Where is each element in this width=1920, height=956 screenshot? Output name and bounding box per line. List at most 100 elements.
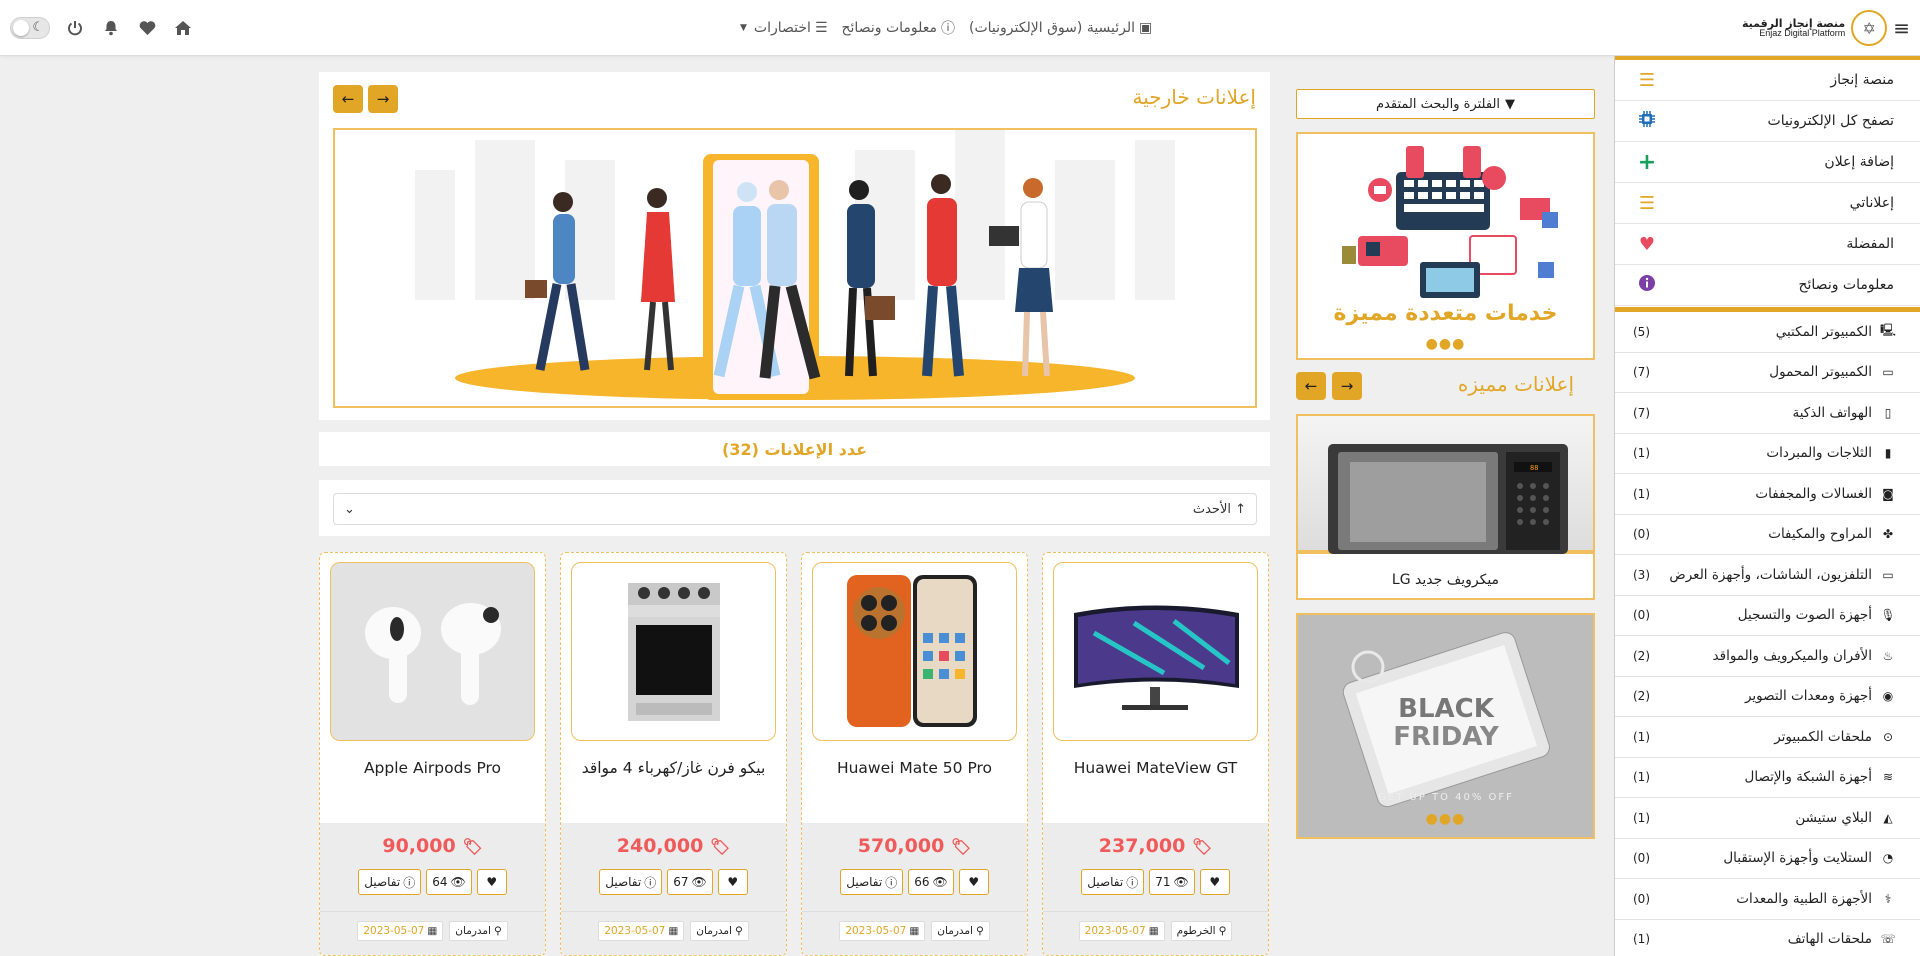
microphone-icon: 🎙 [1880, 608, 1896, 623]
dark-mode-toggle[interactable]: ☾ [10, 17, 50, 39]
bell-icon[interactable] [100, 17, 122, 39]
top-nav: ▣ الرئيسية (سوق الإلكترونيات) ⓘ معلومات … [740, 17, 1152, 39]
location-pin-icon: ⚲ [734, 925, 743, 937]
external-ad-banner[interactable] [333, 128, 1257, 408]
eye-icon: 👁 [450, 875, 466, 889]
external-next-button[interactable]: → [368, 85, 398, 113]
product-image [812, 562, 1017, 741]
menu-lines-icon[interactable]: ☰ [1635, 70, 1659, 91]
details-button[interactable]: تفاصيل ⓘ [358, 869, 422, 895]
product-card[interactable]: Huawei Mate 50 Pro 570,000 🏷 تفاصيل ⓘ 66 👁… [801, 552, 1028, 956]
stove-icon: ♨ [1882, 648, 1894, 663]
product-name[interactable]: Huawei MateView GT [1043, 759, 1268, 777]
favorite-button[interactable]: ♥ [1199, 869, 1230, 895]
chevron-down-icon: ⌄ [344, 501, 355, 517]
details-button[interactable]: تفاصيل ⓘ [840, 869, 904, 895]
location-pin-icon: ⚲ [975, 925, 984, 937]
black-friday-banner[interactable]: BLACK FRIDAY GET UP TO 40% OFF ●●● [1296, 613, 1595, 839]
divider [320, 911, 545, 912]
calendar-icon: ▦ [1148, 925, 1159, 937]
category-item[interactable]: ◉ أجهزة ومعدات التصوير (2) [1615, 677, 1920, 717]
featured-ad-card[interactable]: 88 ميكرويف جديد LG [1296, 414, 1595, 600]
featured-next-button[interactable]: → [1332, 372, 1362, 400]
tags-icon: 🏷 [709, 837, 731, 856]
product-card[interactable]: Apple Airpods Pro 90,000 🏷 تفاصيل ⓘ 64 👁 ♥… [319, 552, 546, 956]
info-icon: ⓘ [644, 875, 657, 890]
category-item[interactable]: 🎙 أجهزة الصوت والتسجيل (0) [1615, 596, 1920, 636]
category-item[interactable]: ☏ ملحقات الهاتف (1) [1615, 920, 1920, 956]
sidebar-item-my-ads[interactable]: إعلاناتي ☰ [1615, 183, 1920, 224]
satellite-icon: ◔ [1882, 851, 1894, 866]
sidebar-item-favorites[interactable]: المفضلة ♥ [1615, 224, 1920, 265]
product-card[interactable]: بيكو فرن غاز/كهرباء 4 مواقد 240,000 🏷 تف… [560, 552, 787, 956]
product-card[interactable]: Huawei MateView GT 237,000 🏷 تفاصيل ⓘ 71 👁… [1042, 552, 1269, 956]
medical-icon: ⚕ [1884, 891, 1892, 906]
camera-icon: ◉ [1882, 689, 1894, 704]
calendar-icon: ▦ [427, 925, 438, 937]
black-friday-illustration: BLACK FRIDAY GET UP TO 40% OFF [1298, 615, 1593, 837]
stove-illustration [628, 583, 720, 721]
nav-shortcuts[interactable]: ☰ اختصارات ▼ [740, 20, 828, 36]
sidebar-item-info[interactable]: معلومات ونصائح [1615, 265, 1920, 306]
featured-prev-button[interactable]: ← [1296, 372, 1326, 400]
favorite-button[interactable]: ♥ [717, 869, 748, 895]
divider [802, 911, 1027, 912]
category-item[interactable]: ✤ المراوح والمكيفات (0) [1615, 515, 1920, 555]
external-prev-button[interactable]: ← [333, 85, 363, 113]
post-date: 2023-05-07 ▦ [357, 921, 444, 941]
category-item[interactable]: ▭ الكمبيوتر المحمول (7) [1615, 353, 1920, 393]
category-item[interactable]: ⚕ الأجهزة الطبية والمعدات (0) [1615, 879, 1920, 920]
favorite-button[interactable]: ♥ [958, 869, 989, 895]
sidebar-item-add-ad[interactable]: إضافة إعلان + [1615, 142, 1920, 183]
carousel-dots[interactable]: ●●● [1298, 811, 1593, 827]
nav-home[interactable]: ▣ الرئيسية (سوق الإلكترونيات) [969, 20, 1152, 36]
category-item[interactable]: ≋ أجهزة الشبكة والإتصال (1) [1615, 758, 1920, 798]
details-button[interactable]: تفاصيل ⓘ [1081, 869, 1145, 895]
heart-icon: ♥ [968, 875, 980, 889]
platform-logo[interactable]: ≡ ✡ منصة إنجاز الرقمية Enjaz Digital Pla… [1742, 9, 1910, 47]
category-item[interactable]: 🖳 الكمبيوتر المكتبي (5) [1615, 312, 1920, 353]
post-date: 2023-05-07 ▦ [1078, 921, 1165, 941]
product-name[interactable]: Apple Airpods Pro [320, 759, 545, 777]
product-actions: تفاصيل ⓘ 67 👁 ♥ [561, 869, 786, 895]
carousel-dots[interactable]: ●●● [1298, 336, 1593, 352]
hamburger-icon[interactable]: ≡ [1893, 16, 1910, 40]
business-people-illustration [415, 130, 1175, 400]
nav-info[interactable]: ⓘ معلومات ونصائح [842, 18, 956, 38]
home-icon[interactable] [172, 17, 194, 39]
top-bar: ☾ ▣ الرئيسية (سوق الإلكترونيات) ⓘ معلوما… [0, 0, 1920, 56]
services-promo[interactable]: خدمات متعددة مميزة ●●● [1296, 132, 1595, 360]
category-item[interactable]: ▮ الثلاجات والمبردات (1) [1615, 434, 1920, 474]
power-icon[interactable] [64, 17, 86, 39]
category-item[interactable]: ▭ التلفزيون، الشاشات، وأجهزة العرض (3) [1615, 555, 1920, 596]
heart-icon[interactable] [136, 17, 158, 39]
category-item[interactable]: ◔ الستلايت وأجهزة الإستقبال (0) [1615, 839, 1920, 879]
divider [561, 911, 786, 912]
product-actions: تفاصيل ⓘ 66 👁 ♥ [802, 869, 1027, 895]
logo-text: منصة إنجاز الرقمية Enjaz Digital Platfor… [1741, 16, 1846, 39]
product-image [330, 562, 535, 741]
svg-text:GET UP TO 40% OFF: GET UP TO 40% OFF [1378, 792, 1514, 803]
calendar-icon: ▦ [909, 925, 920, 937]
info-icon [1635, 274, 1659, 297]
sort-select[interactable]: ↑ الأحدث ⌄ [333, 493, 1257, 525]
mouse-icon: ⊙ [1882, 729, 1894, 744]
category-item[interactable]: ♨ الأفران والميكرويف والمواقد (2) [1615, 636, 1920, 677]
favorite-button[interactable]: ♥ [476, 869, 507, 895]
category-item[interactable]: ◙ الغسالات والمجففات (1) [1615, 474, 1920, 515]
product-meta: 2023-05-07 ▦ الخرطوم ⚲ [1043, 921, 1268, 941]
details-button[interactable]: تفاصيل ⓘ [599, 869, 663, 895]
ads-count: عدد الإعلانات (32) [319, 432, 1270, 466]
product-name[interactable]: Huawei Mate 50 Pro [802, 759, 1027, 777]
sidebar-item-browse[interactable]: تصفح كل الإلكترونيات [1615, 101, 1920, 142]
category-item[interactable]: ▯ الهواتف الذكية (7) [1615, 393, 1920, 434]
category-item[interactable]: ⊙ ملحقات الكمبيوتر (1) [1615, 717, 1920, 758]
advanced-filter-button[interactable]: ▼ الفلترة والبحث المتقدم [1296, 89, 1595, 119]
plus-icon: + [1637, 149, 1657, 175]
wifi-icon: ≋ [1882, 770, 1894, 785]
fridge-icon: ▮ [1884, 446, 1892, 461]
product-name[interactable]: بيكو فرن غاز/كهرباء 4 مواقد [561, 759, 786, 777]
playstation-icon: ◭ [1883, 810, 1893, 825]
sidebar-item-enjaz[interactable]: منصة إنجاز ☰ [1615, 60, 1920, 101]
category-item[interactable]: ◭ البلاي ستيشن (1) [1615, 798, 1920, 839]
